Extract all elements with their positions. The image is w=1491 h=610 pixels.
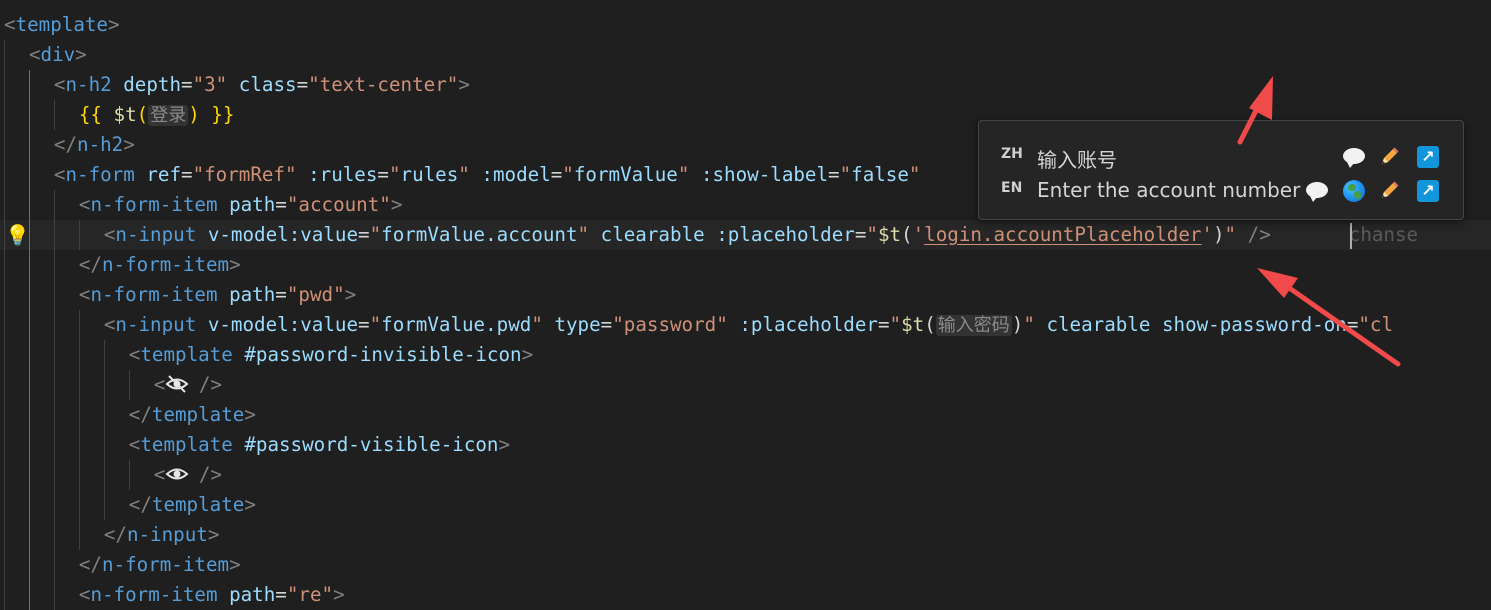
annotation-arrow-diagonal — [1257, 268, 1401, 367]
annotation-arrows — [1237, 76, 1401, 367]
annotation-arrow-up — [1237, 76, 1273, 145]
